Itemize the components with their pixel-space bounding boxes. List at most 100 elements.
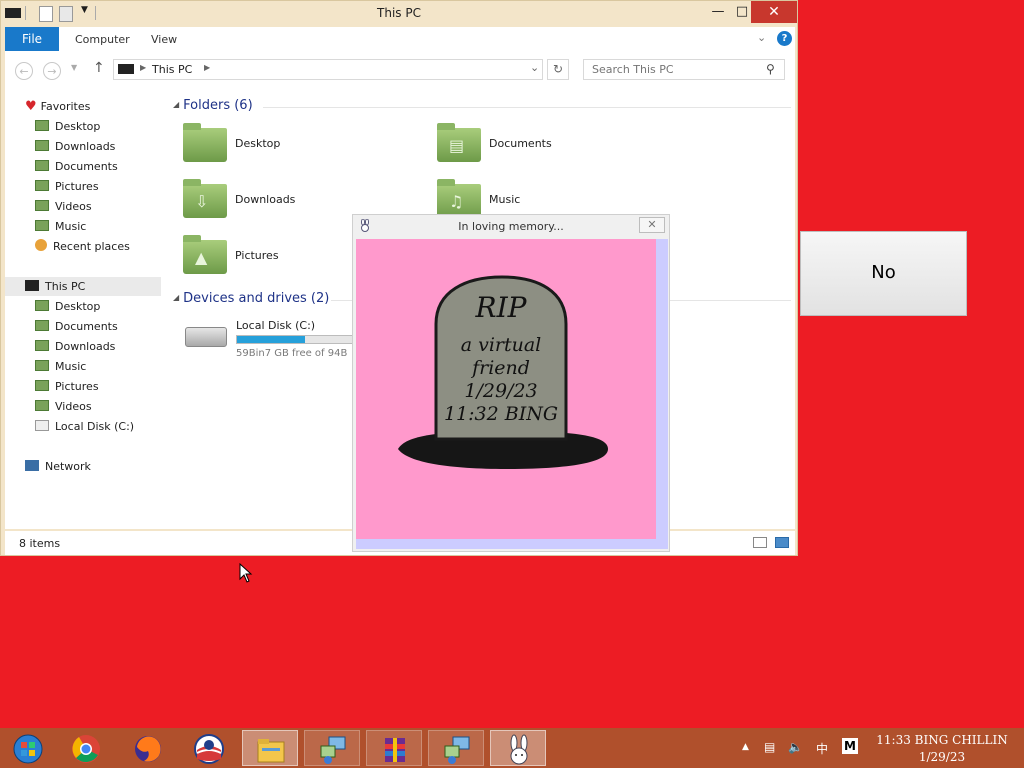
network-setup-icon — [444, 736, 470, 764]
nav-pc-desktop[interactable]: Desktop — [35, 298, 100, 316]
breadcrumb-arrow-icon[interactable]: ▶ — [140, 63, 146, 72]
taskbar-bunny-app[interactable] — [490, 730, 546, 766]
tab-view[interactable]: View — [151, 33, 177, 46]
firefox-icon — [135, 736, 161, 762]
pictures-folder-icon — [35, 180, 49, 191]
tombstone-image: RIP a virtual friend 1/29/23 11:32 BING — [356, 239, 656, 539]
breadcrumb-arrow-icon[interactable]: ▶ — [204, 63, 210, 72]
recent-places-icon — [35, 239, 47, 251]
search-icon[interactable]: ⚲ — [766, 62, 775, 76]
nav-pc-pictures[interactable]: Pictures — [35, 378, 99, 396]
nav-pc-music[interactable]: Music — [35, 358, 86, 376]
clock-date: 1/29/23 — [918, 750, 966, 764]
search-box[interactable]: ⚲ — [583, 59, 785, 80]
nav-fav-videos[interactable]: Videos — [35, 198, 92, 216]
downloads-folder-icon: ⇩ — [183, 179, 227, 218]
ime-indicator[interactable]: 中 — [816, 740, 828, 757]
taskbar-clock[interactable]: 11:33 BING CHILLIN 1/29/23 — [874, 732, 1010, 766]
documents-folder-icon — [35, 320, 49, 331]
drive-free-space: 59Bin7 GB free of 94B — [236, 348, 348, 359]
winrar-icon — [385, 738, 405, 762]
details-view-icon[interactable] — [753, 537, 767, 548]
music-folder-icon: ♫ — [437, 179, 481, 218]
folder-tile-documents[interactable]: ▤ Documents — [425, 123, 665, 168]
folders-group-header[interactable]: ◢ Folders (6) — [173, 98, 253, 113]
language-indicator[interactable]: M — [842, 738, 858, 754]
address-dropdown-icon[interactable]: ⌄ — [530, 61, 539, 74]
dialog-bottom-strip — [356, 539, 668, 549]
title-bar[interactable]: ▼ This PC — □ ✕ — [1, 1, 797, 25]
start-button[interactable] — [0, 730, 56, 766]
recent-locations-icon[interactable]: ▼ — [71, 63, 77, 72]
taskbar-chrome[interactable] — [58, 730, 114, 766]
nav-network[interactable]: Network — [25, 458, 91, 476]
nav-fav-downloads[interactable]: Downloads — [35, 138, 115, 156]
chrome-icon — [72, 735, 100, 763]
network-setup-icon — [320, 736, 346, 764]
tomb-line-5: 11:32 BING — [444, 403, 558, 425]
downloads-folder-icon — [35, 340, 49, 351]
no-button[interactable]: No — [800, 231, 967, 316]
videos-folder-icon — [35, 400, 49, 411]
nav-fav-music[interactable]: Music — [35, 218, 86, 236]
pictures-folder-icon — [35, 380, 49, 391]
nav-pc-downloads[interactable]: Downloads — [35, 338, 115, 356]
documents-folder-icon: ▤ — [437, 123, 481, 162]
hard-drive-icon — [185, 327, 227, 347]
divider — [263, 107, 791, 108]
close-button[interactable]: ✕ — [751, 1, 797, 23]
pictures-folder-icon: ▲ — [183, 235, 227, 274]
tab-computer[interactable]: Computer — [75, 33, 130, 46]
clock-time: 11:33 BING CHILLIN — [876, 733, 1008, 747]
documents-folder-icon — [35, 160, 49, 171]
nav-pc-videos[interactable]: Videos — [35, 398, 92, 416]
dialog-close-button[interactable]: ✕ — [639, 217, 665, 233]
address-bar[interactable]: ▶ This PC ▶ ⌄ — [113, 59, 543, 80]
devices-group-header[interactable]: ◢ Devices and drives (2) — [173, 291, 329, 306]
nav-fav-documents[interactable]: Documents — [35, 158, 118, 176]
drive-icon — [35, 420, 49, 431]
desktop-folder-icon — [183, 123, 227, 162]
nav-favorites[interactable]: ♥ Favorites — [25, 98, 90, 116]
folder-tile-desktop[interactable]: Desktop — [171, 123, 411, 168]
expand-ribbon-icon[interactable]: ⌄ — [757, 31, 766, 44]
bunny-icon — [510, 734, 528, 765]
taskbar-network-setup[interactable] — [304, 730, 360, 766]
tab-file[interactable]: File — [5, 27, 59, 51]
help-icon[interactable]: ? — [777, 31, 792, 46]
mouse-cursor-icon — [239, 563, 253, 583]
navigation-bar: ← → ▼ ↑ ▶ This PC ▶ ⌄ ↻ ⚲ — [5, 51, 795, 89]
taskbar-file-explorer[interactable] — [242, 730, 298, 766]
nav-this-pc[interactable]: This PC — [25, 278, 85, 296]
show-hidden-icons-icon[interactable]: ▲ — [742, 742, 749, 752]
nav-pc-local-disk[interactable]: Local Disk (C:) — [35, 418, 134, 436]
in-loving-memory-dialog[interactable]: In loving memory... ✕ RIP a virtual frie… — [352, 214, 670, 552]
nav-pc-documents[interactable]: Documents — [35, 318, 118, 336]
heart-icon: ♥ — [25, 99, 37, 114]
taskbar-obama-logo[interactable] — [181, 730, 237, 766]
dialog-title: In loving memory... — [458, 220, 564, 233]
start-orb-icon — [13, 734, 43, 764]
refresh-button[interactable]: ↻ — [547, 59, 569, 80]
tomb-line-3: friend — [470, 357, 530, 379]
taskbar-network-setup-2[interactable] — [428, 730, 484, 766]
taskbar-firefox[interactable] — [120, 730, 176, 766]
network-icon — [25, 460, 39, 471]
drive-usage-fill — [237, 336, 305, 343]
network-tray-icon[interactable]: ▤ — [764, 740, 775, 754]
nav-fav-desktop[interactable]: Desktop — [35, 118, 100, 136]
taskbar: ▲ ▤ 🔈 中 M 11:33 BING CHILLIN 1/29/23 — [0, 728, 1024, 768]
up-button[interactable]: ↑ — [93, 60, 105, 76]
nav-fav-pictures[interactable]: Pictures — [35, 178, 99, 196]
nav-fav-recent-places[interactable]: Recent places — [35, 238, 130, 256]
obama-logo-icon — [194, 734, 224, 764]
drive-name: Local Disk (C:) — [236, 319, 316, 332]
item-count: 8 items — [19, 537, 61, 550]
breadcrumb-this-pc[interactable]: This PC — [152, 63, 192, 76]
large-icons-view-icon[interactable] — [775, 537, 789, 548]
volume-icon[interactable]: 🔈 — [788, 740, 803, 754]
back-button[interactable]: ← — [15, 62, 33, 80]
forward-button[interactable]: → — [43, 62, 61, 80]
search-input[interactable] — [590, 62, 764, 77]
taskbar-winrar[interactable] — [366, 730, 422, 766]
